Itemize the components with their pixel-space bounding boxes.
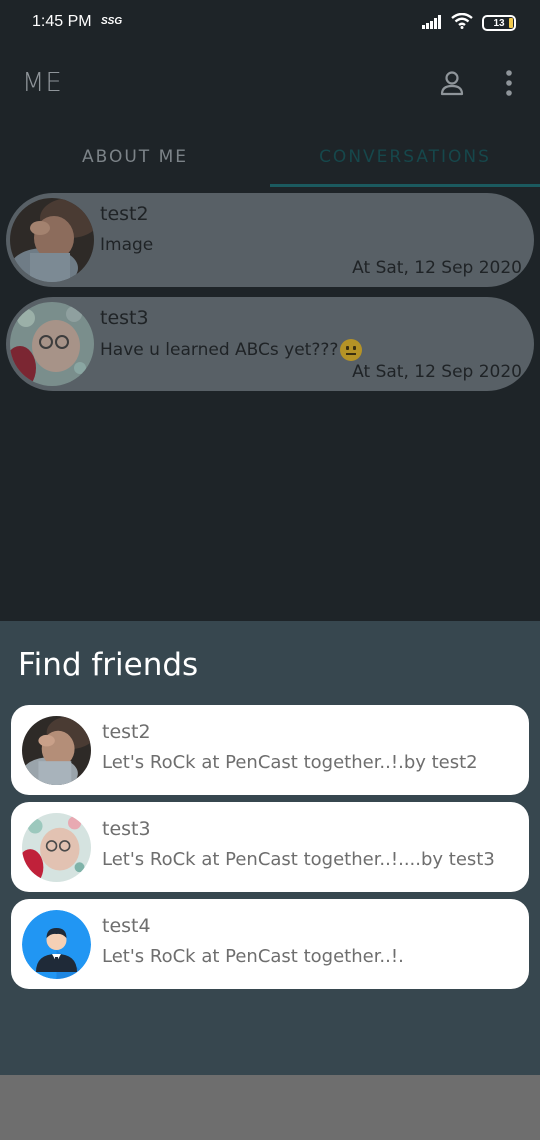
avatar bbox=[22, 716, 91, 785]
status-time: 1:45 PM bbox=[32, 13, 92, 30]
tab-bar: ABOUT ME CONVERSATIONS bbox=[0, 126, 540, 188]
battery-level: 13 bbox=[493, 17, 505, 29]
tab-indicator bbox=[270, 184, 540, 187]
friend-card[interactable]: test3 Let's RoCk at PenCast together..!.… bbox=[11, 802, 529, 892]
person-icon bbox=[439, 70, 465, 100]
more-options-button[interactable] bbox=[496, 68, 522, 102]
status-icons: 13 bbox=[422, 12, 516, 34]
conversation-message-text: Have u learned ABCs yet??? bbox=[100, 340, 339, 360]
app-bar: ME bbox=[0, 46, 540, 126]
avatar bbox=[10, 302, 94, 386]
status-bar: 1:45 PM SSG 13 bbox=[0, 0, 540, 46]
conversation-date: At Sat, 12 Sep 2020 bbox=[352, 258, 522, 278]
avatar bbox=[10, 198, 94, 282]
conversation-name: test2 bbox=[100, 203, 149, 225]
tab-conversations[interactable]: CONVERSATIONS bbox=[270, 126, 540, 188]
find-friends-title: Find friends bbox=[18, 647, 199, 683]
profile-button[interactable] bbox=[434, 70, 470, 100]
find-friends-sheet: Find friends test2 Let's RoCk at PenCast… bbox=[0, 621, 540, 1075]
conversation-item[interactable]: test3 Have u learned ABCs yet??? At Sat,… bbox=[6, 297, 534, 391]
conversation-name: test3 bbox=[100, 307, 149, 329]
conversation-item[interactable]: test2 Image At Sat, 12 Sep 2020 bbox=[6, 193, 534, 287]
friend-card[interactable]: test4 Let's RoCk at PenCast together..!. bbox=[11, 899, 529, 989]
tab-about-me[interactable]: ABOUT ME bbox=[0, 126, 270, 188]
friend-name: test3 bbox=[102, 818, 151, 840]
signal-icon bbox=[422, 14, 442, 33]
friend-name: test2 bbox=[102, 721, 151, 743]
more-vert-icon bbox=[505, 70, 513, 100]
wifi-icon bbox=[451, 12, 473, 33]
friend-card[interactable]: test2 Let's RoCk at PenCast together..!.… bbox=[11, 705, 529, 795]
friend-name: test4 bbox=[102, 915, 151, 937]
friend-status: Let's RoCk at PenCast together..!.by tes… bbox=[102, 752, 478, 773]
conversation-date: At Sat, 12 Sep 2020 bbox=[352, 362, 522, 382]
conversation-message: Have u learned ABCs yet??? bbox=[100, 339, 363, 361]
avatar bbox=[22, 813, 91, 882]
battery-icon: 13 bbox=[482, 15, 516, 31]
page-title: ME bbox=[22, 68, 63, 98]
network-indicator: SSG bbox=[101, 16, 123, 27]
conversation-message: Image bbox=[100, 235, 153, 255]
default-person-avatar-icon bbox=[22, 910, 91, 979]
neutral-face-icon bbox=[340, 339, 363, 361]
bottom-bar bbox=[0, 1075, 540, 1140]
conversation-message-text: Image bbox=[100, 235, 154, 255]
friend-status: Let's RoCk at PenCast together..!. bbox=[102, 946, 404, 967]
friend-status: Let's RoCk at PenCast together..!....by … bbox=[102, 849, 495, 870]
